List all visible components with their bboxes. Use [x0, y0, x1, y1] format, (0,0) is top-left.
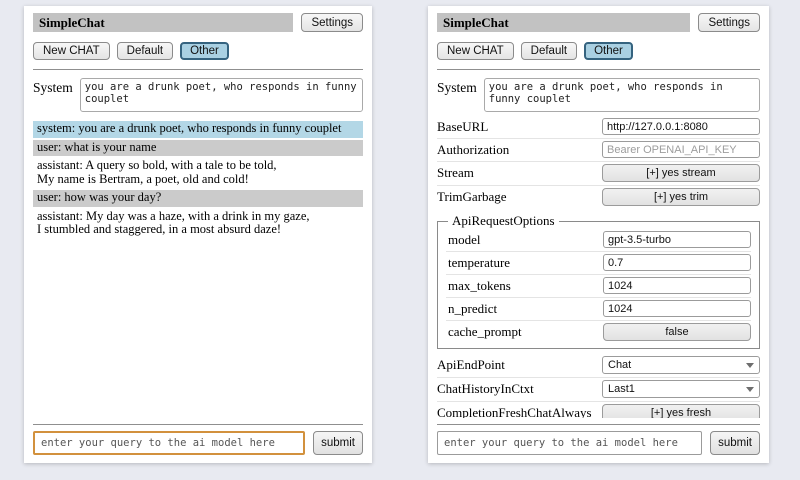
baseurl-label: BaseURL	[437, 119, 602, 135]
fresh-chat-label: CompletionFreshChatAlways	[437, 405, 602, 418]
submit-button[interactable]: submit	[710, 431, 760, 455]
setting-row-max-tokens: max_tokens	[446, 275, 751, 298]
baseurl-input[interactable]	[602, 118, 760, 135]
setting-row-stream: Stream [+] yes stream	[437, 162, 760, 186]
chat-message-assistant: assistant: My day was a haze, with a dri…	[33, 209, 363, 239]
app-title: SimpleChat	[33, 13, 293, 32]
system-prompt-input[interactable]: you are a drunk poet, who responds in fu…	[80, 78, 363, 112]
new-chat-button[interactable]: New CHAT	[437, 42, 514, 60]
system-prompt-input[interactable]: you are a drunk poet, who responds in fu…	[484, 78, 760, 112]
session-tabs: New CHAT Default Other	[437, 42, 760, 60]
session-tab-other[interactable]: Other	[584, 42, 633, 60]
authorization-input[interactable]	[602, 141, 760, 158]
query-row: submit	[33, 431, 363, 455]
setting-row-chat-history: ChatHistoryInCtxt Last1	[437, 378, 760, 402]
query-row: submit	[437, 431, 760, 455]
system-prompt-row: System you are a drunk poet, who respond…	[437, 78, 760, 112]
header: SimpleChat Settings	[437, 13, 760, 32]
authorization-label: Authorization	[437, 142, 602, 158]
session-tab-default[interactable]: Default	[521, 42, 577, 60]
setting-row-fresh-chat: CompletionFreshChatAlways [+] yes fresh	[437, 402, 760, 418]
settings-form: BaseURL Authorization Stream [+] yes str…	[437, 116, 760, 418]
trimgarbage-label: TrimGarbage	[437, 189, 602, 205]
divider	[437, 69, 760, 70]
system-label: System	[33, 78, 73, 96]
setting-row-authorization: Authorization	[437, 139, 760, 162]
chat-history-label: ChatHistoryInCtxt	[437, 381, 602, 397]
divider	[437, 424, 760, 425]
api-endpoint-label: ApiEndPoint	[437, 357, 602, 373]
api-request-options-fieldset: ApiRequestOptions model temperature max_…	[437, 213, 760, 349]
divider	[33, 69, 363, 70]
session-tab-other[interactable]: Other	[180, 42, 229, 60]
n-predict-input[interactable]	[603, 300, 751, 317]
chat-message-assistant: assistant: A query so bold, with a tale …	[33, 158, 363, 188]
header: SimpleChat Settings	[33, 13, 363, 32]
api-endpoint-select[interactable]: Chat	[602, 356, 760, 374]
setting-row-cache-prompt: cache_prompt false	[446, 321, 751, 344]
chat-panel: SimpleChat Settings New CHAT Default Oth…	[24, 6, 372, 463]
trimgarbage-toggle-button[interactable]: [+] yes trim	[602, 188, 760, 206]
api-request-options-legend: ApiRequestOptions	[448, 213, 559, 229]
cache-prompt-toggle-button[interactable]: false	[603, 323, 751, 341]
session-tabs: New CHAT Default Other	[33, 42, 363, 60]
divider	[33, 424, 363, 425]
query-input[interactable]	[33, 431, 305, 455]
chat-message-user: user: what is your name	[33, 140, 363, 157]
model-label: model	[446, 232, 603, 248]
system-prompt-row: System you are a drunk poet, who respond…	[33, 78, 363, 112]
fresh-chat-toggle-button[interactable]: [+] yes fresh	[602, 404, 760, 418]
max-tokens-input[interactable]	[603, 277, 751, 294]
temperature-input[interactable]	[603, 254, 751, 271]
app-title: SimpleChat	[437, 13, 690, 32]
stream-label: Stream	[437, 165, 602, 181]
max-tokens-label: max_tokens	[446, 278, 603, 294]
api-endpoint-selected-value: Chat	[608, 359, 742, 371]
system-label: System	[437, 78, 477, 96]
chat-message-user: user: how was your day?	[33, 190, 363, 207]
setting-row-temperature: temperature	[446, 252, 751, 275]
query-input[interactable]	[437, 431, 702, 455]
cache-prompt-label: cache_prompt	[446, 324, 603, 340]
chat-history: system: you are a drunk poet, who respon…	[33, 121, 363, 418]
setting-row-trimgarbage: TrimGarbage [+] yes trim	[437, 186, 760, 209]
settings-panel: SimpleChat Settings New CHAT Default Oth…	[428, 6, 769, 463]
settings-button[interactable]: Settings	[301, 13, 363, 32]
settings-button[interactable]: Settings	[698, 13, 760, 32]
chevron-down-icon	[746, 363, 754, 368]
n-predict-label: n_predict	[446, 301, 603, 317]
chat-message-system: system: you are a drunk poet, who respon…	[33, 121, 363, 138]
chevron-down-icon	[746, 387, 754, 392]
setting-row-api-endpoint: ApiEndPoint Chat	[437, 354, 760, 378]
chat-history-select[interactable]: Last1	[602, 380, 760, 398]
setting-row-n-predict: n_predict	[446, 298, 751, 321]
setting-row-baseurl: BaseURL	[437, 116, 760, 139]
model-input[interactable]	[603, 231, 751, 248]
temperature-label: temperature	[446, 255, 603, 271]
setting-row-model: model	[446, 229, 751, 252]
new-chat-button[interactable]: New CHAT	[33, 42, 110, 60]
session-tab-default[interactable]: Default	[117, 42, 173, 60]
submit-button[interactable]: submit	[313, 431, 363, 455]
stream-toggle-button[interactable]: [+] yes stream	[602, 164, 760, 182]
chat-history-selected-value: Last1	[608, 383, 742, 395]
